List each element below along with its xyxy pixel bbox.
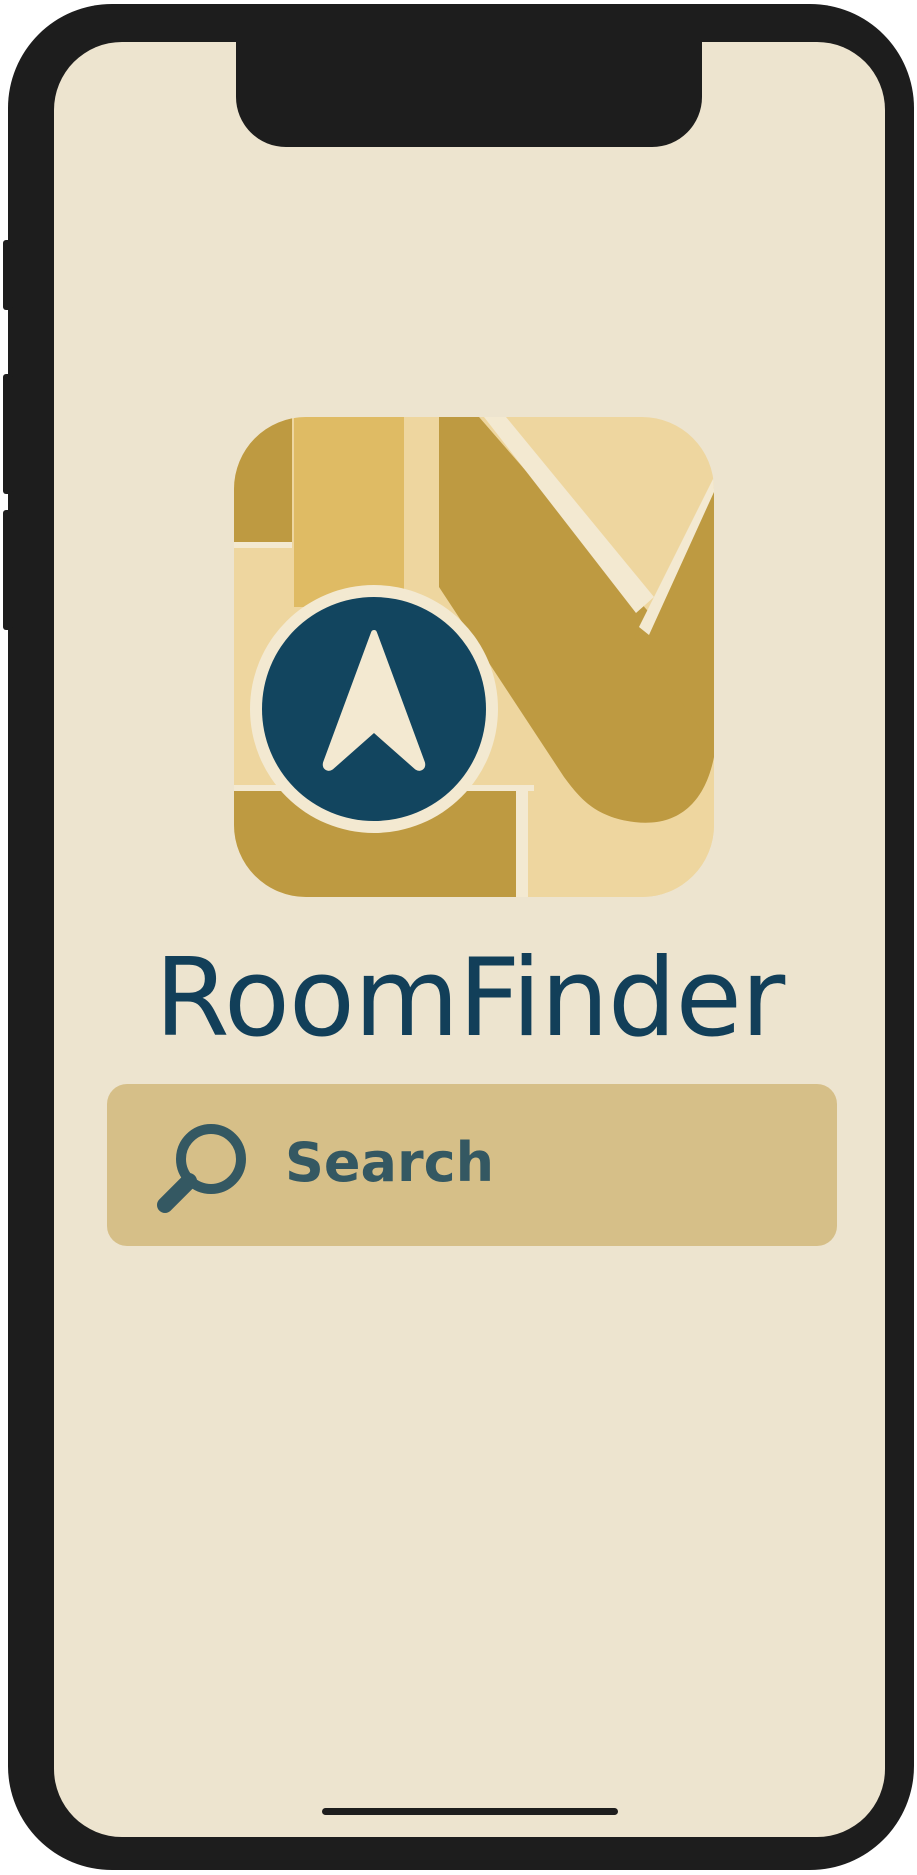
side-button-volume-down bbox=[3, 510, 13, 630]
search-placeholder: Search bbox=[285, 1131, 495, 1194]
phone-frame: RoomFinder Search bbox=[3, 4, 914, 1870]
search-icon bbox=[157, 1124, 246, 1213]
search-bar[interactable]: Search bbox=[107, 1084, 837, 1246]
screen: RoomFinder Search bbox=[54, 42, 885, 1837]
home-indicator[interactable] bbox=[322, 1808, 618, 1815]
notch bbox=[236, 42, 702, 147]
app-logo bbox=[234, 417, 714, 897]
app-title: RoomFinder bbox=[154, 936, 786, 1061]
side-button-volume-up bbox=[3, 374, 13, 494]
side-button-mute bbox=[3, 240, 13, 310]
